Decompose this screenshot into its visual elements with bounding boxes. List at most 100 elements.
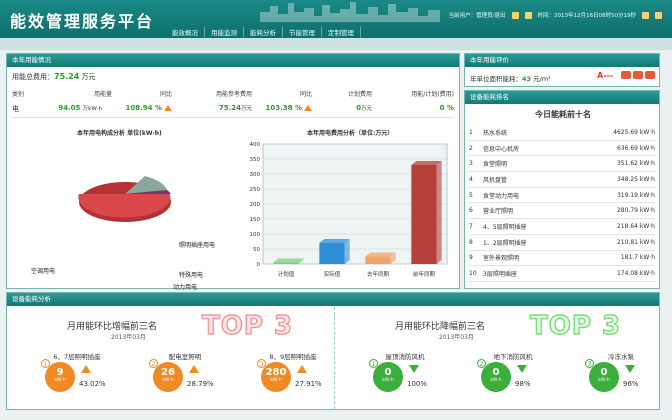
value-circle: 9 kW·h <box>45 362 75 392</box>
main-nav: 能效概况 用能监测 能耗分析 节能管理 定制管理 <box>166 26 361 38</box>
grade-badge-icon <box>621 71 631 79</box>
nav-item-analysis[interactable]: 能耗分析 <box>244 26 283 38</box>
list-item[interactable]: 3 食堂照明 351.62 kW·h <box>469 156 655 173</box>
list-item[interactable]: 8 1、2层照明插座 210.81 kW·h <box>469 235 655 251</box>
pie-title: 本年用电构成分析 单位(kW·h) <box>77 130 162 137</box>
home-icon[interactable] <box>511 11 519 19</box>
y-tick-label: 100 <box>250 232 261 238</box>
list-item[interactable]: 2 信息中心机房 636.69 kW·h <box>469 141 655 157</box>
increase-section: 月用能环比增幅前三名 2013年03月 TOP 3 6、7层照明插座 9 kW·h 1… <box>7 307 333 409</box>
decrease-section: 月用能环比降幅前三名 2013年03月 TOP 3 屋顶消防风机 0 kW·h 1 10… <box>334 307 660 409</box>
bar[interactable] <box>365 256 391 265</box>
usage-table-header: 类别 用能量 同比 用能参考费用 同比 计划费用 用能/计划(费用) <box>12 91 454 98</box>
change-percent: 98% <box>515 380 531 388</box>
bar-side <box>436 161 442 264</box>
list-item[interactable]: 1 热水系统 4625.69 kW·h <box>469 125 655 141</box>
increase-date: 2013年03月 <box>111 334 146 341</box>
up-arrow-icon <box>164 105 172 111</box>
increase-title: 月用能环比增幅前三名 <box>67 322 158 332</box>
bar-chart: 0 50 100 150 200 250 300 350 400 计划值 实际值 去年同期 前年同期 <box>250 142 448 278</box>
rank-badge: 3 <box>585 359 594 368</box>
top3-label: TOP 3 <box>529 310 622 342</box>
value-circle: 26 kW·h <box>153 362 183 392</box>
list-item[interactable]: 6 营业厅照明 280.79 kW·h <box>469 203 655 220</box>
rank-title: 今日能耗前十名 <box>535 110 591 119</box>
settings-icon[interactable] <box>642 11 649 19</box>
bar-side <box>344 239 350 264</box>
y-tick-label: 0 <box>257 262 261 268</box>
up-arrow-icon <box>304 105 312 111</box>
change-percent: 43.02% <box>79 380 106 388</box>
bar-top <box>411 161 442 165</box>
y-tick-label: 150 <box>250 217 261 223</box>
rank-badge: 2 <box>477 359 486 368</box>
energy-grade: A--- <box>597 71 614 80</box>
x-tick-label: 实际值 <box>324 270 341 278</box>
rank-badge: 2 <box>149 359 158 368</box>
change-percent: 28.79% <box>187 380 214 388</box>
bar[interactable] <box>411 165 437 264</box>
grade-badge-icon <box>645 71 655 79</box>
pie-label-power: 动力用电 <box>173 284 198 291</box>
analysis-panel-title: 设备能耗分析 <box>7 293 659 306</box>
bar[interactable] <box>319 243 345 264</box>
device-item[interactable]: 6、7层照明插座 9 kW·h 1 43.02% <box>27 351 127 407</box>
device-item[interactable]: 冷冻水泵 0 kW·h 3 96% <box>571 351 671 407</box>
device-item[interactable]: 屋顶消防风机 0 kW·h 1 100% <box>355 351 455 407</box>
top-info: 当前用户：管理员/退出 时间：2013年12月16日08时50分19秒 <box>449 11 662 19</box>
current-time: 时间：2013年12月16日08时50分19秒 <box>537 13 637 19</box>
rank-badge: 3 <box>257 359 266 368</box>
close-icon[interactable] <box>655 11 662 19</box>
change-percent: 96% <box>623 380 639 388</box>
person-icon[interactable] <box>524 11 532 19</box>
app-title: 能效管理服务平台 <box>10 12 155 31</box>
total-cost-value: 75.24 <box>54 72 80 81</box>
decrease-date: 2013年03月 <box>439 334 474 341</box>
down-arrow-icon <box>409 365 419 373</box>
decrease-title: 月用能环比降幅前三名 <box>395 322 486 332</box>
rank-list: 1 热水系统 4625.69 kW·h 2 信息中心机房 636.69 kW·h 3 食堂照明… <box>469 125 655 282</box>
current-user[interactable]: 当前用户：管理员/退出 <box>449 11 506 19</box>
header-strip <box>0 38 672 50</box>
nav-item-custom[interactable]: 定制管理 <box>322 26 361 38</box>
bar[interactable] <box>273 262 299 265</box>
list-item[interactable]: 7 4、5层照明插座 218.64 kW·h <box>469 219 655 235</box>
usage-panel-title: 本年用能情况 <box>7 54 459 67</box>
down-arrow-icon <box>517 365 527 373</box>
list-item[interactable]: 9 室外景观照明 181.7 kW·h <box>469 251 655 267</box>
app-header: 能效管理服务平台 当前用户：管理员/退出 时间：2013年12月16日08时50… <box>0 0 672 38</box>
rank-badge: 1 <box>41 359 50 368</box>
list-item[interactable]: 5 食堂动力用电 319.19 kW·h <box>469 188 655 204</box>
rank-panel: 设备能耗排名 今日能耗前十名 1 热水系统 4625.69 kW·h 2 信息中心机房 6… <box>464 90 660 289</box>
nav-item-monitor[interactable]: 用能监测 <box>205 26 244 38</box>
nav-item-saving[interactable]: 节能管理 <box>283 26 322 38</box>
pie-label-special: 特殊用电 <box>179 272 204 279</box>
list-item[interactable]: 4 风机盘管 348.25 kW·h <box>469 172 655 188</box>
nav-item-overview[interactable]: 能效概况 <box>166 26 205 38</box>
pie-label-aircon: 空调用电 <box>31 268 56 275</box>
total-cost: 用能总费用：75.24 万元 <box>12 72 96 81</box>
rank-panel-title: 设备能耗排名 <box>465 91 659 104</box>
x-tick-label: 计划值 <box>278 270 295 278</box>
usage-panel: 本年用能情况 用能总费用：75.24 万元 类别 用能量 同比 用能参考费用 同… <box>6 53 460 291</box>
y-tick-label: 50 <box>253 247 260 253</box>
down-arrow-icon <box>625 365 635 373</box>
device-item[interactable]: 配电室照明 26 kW·h 2 28.79% <box>135 351 235 407</box>
bar-top <box>273 258 304 263</box>
pie-label-lighting: 照明插座用电 <box>179 242 216 249</box>
up-arrow-icon <box>189 365 199 373</box>
list-item[interactable]: 10 3层照明插座 174.08 kW·h <box>469 266 655 282</box>
unit-area-energy: 年单位面积能耗：43 元/m² <box>470 75 551 83</box>
value-circle: 0 kW·h <box>589 362 619 392</box>
device-item[interactable]: 8、9层照明插座 280 kW·h 3 27.91% <box>243 351 343 407</box>
x-tick-label: 去年同期 <box>367 270 390 278</box>
skyline-decoration <box>260 2 440 22</box>
value-circle: 280 kW·h <box>261 362 291 392</box>
up-arrow-icon <box>297 365 307 373</box>
y-tick-label: 300 <box>250 172 261 178</box>
value-circle: 0 kW·h <box>481 362 511 392</box>
grade-badges <box>621 71 655 79</box>
device-item[interactable]: 地下消防风机 0 kW·h 2 98% <box>463 351 563 407</box>
bar-top <box>319 239 350 243</box>
grade-badge-icon <box>633 71 643 79</box>
